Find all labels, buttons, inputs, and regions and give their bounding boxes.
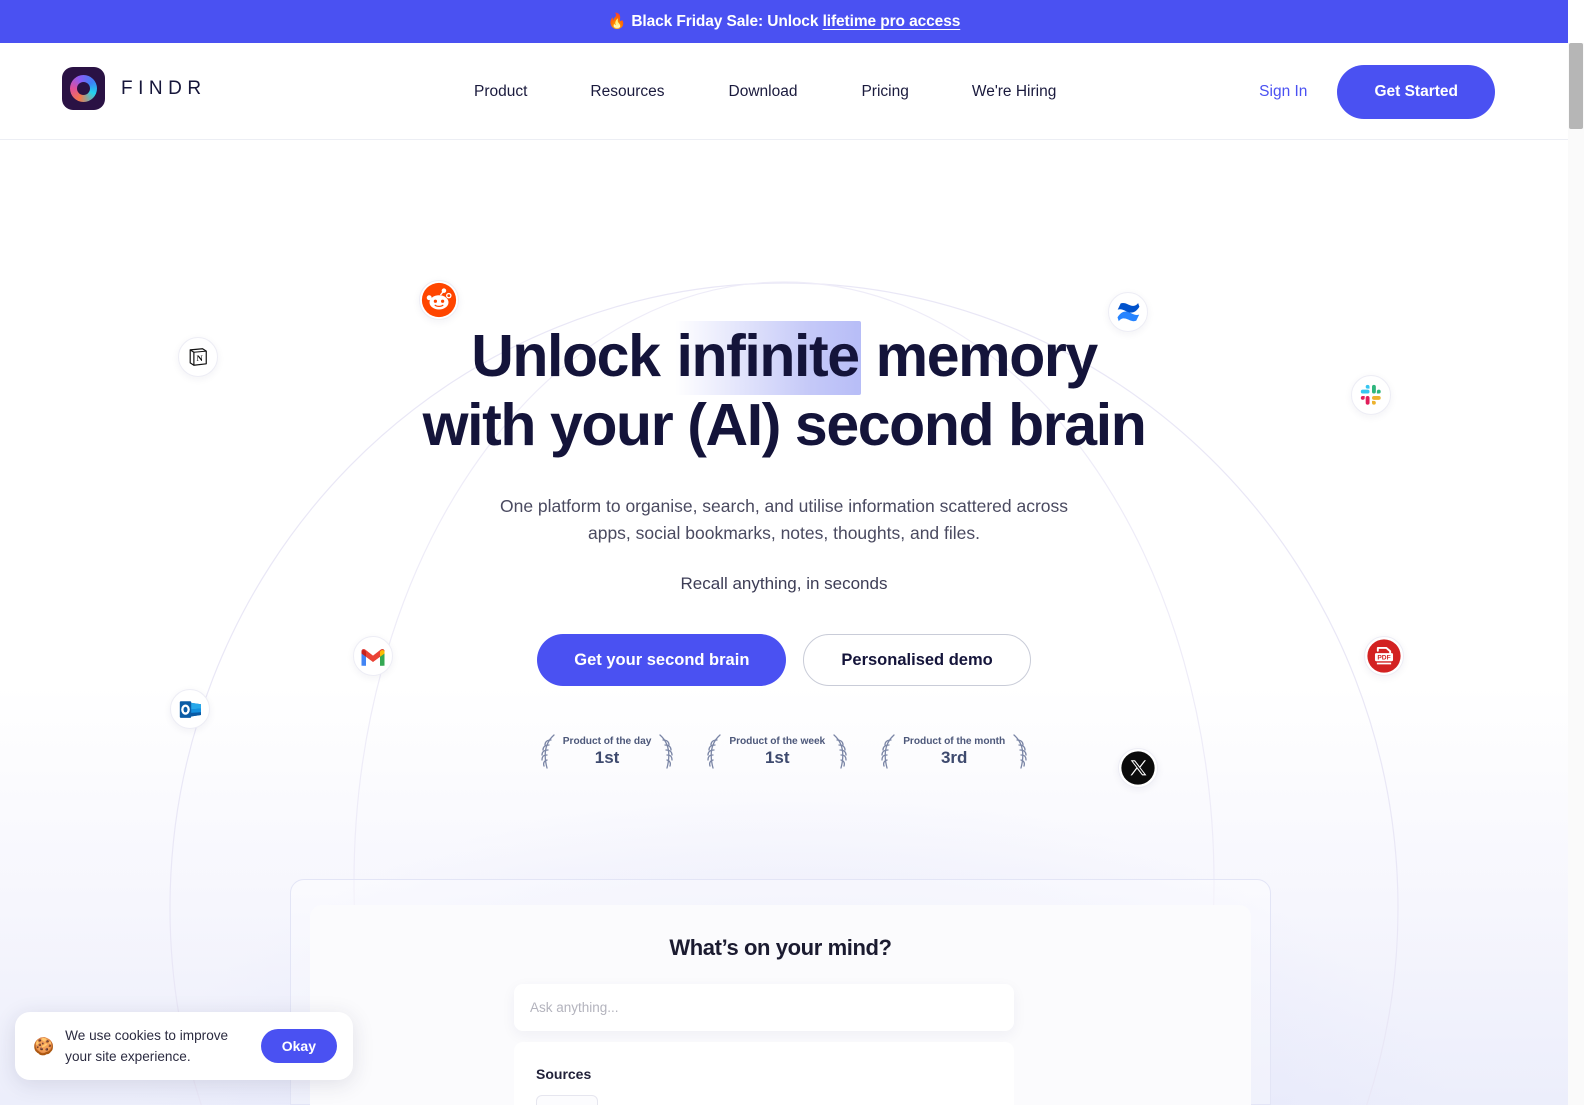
cookie-accept-button[interactable]: Okay <box>260 1029 337 1063</box>
badge-month-rank: 3rd <box>940 748 968 767</box>
findr-logo-icon <box>62 67 105 110</box>
demo-title: What’s on your mind? <box>669 935 892 960</box>
primary-nav: Product Resources Download Pricing We're… <box>474 43 1056 140</box>
cookie-consent-banner: 🍪 We use cookies to improve your site ex… <box>15 1012 353 1080</box>
source-chip[interactable] <box>536 1095 598 1105</box>
badge-day-text: Product of the day 1st <box>563 736 652 768</box>
nav-item-were-hiring[interactable]: We're Hiring <box>972 83 1057 101</box>
laurel-right-icon <box>833 734 847 769</box>
svg-text:N: N <box>196 353 203 363</box>
promo-link[interactable]: lifetime pro access <box>823 13 961 30</box>
sign-in-link[interactable]: Sign In <box>1259 83 1307 101</box>
ask-input-wrapper[interactable]: Ask anything... <box>514 984 1014 1031</box>
get-second-brain-button[interactable]: Get your second brain <box>537 634 787 686</box>
hero-title-highlight: infinite <box>674 321 861 395</box>
outlook-icon[interactable] <box>170 689 210 729</box>
nav-item-resources[interactable]: Resources <box>590 83 664 101</box>
gmail-icon[interactable] <box>353 636 393 676</box>
scrollbar-thumb[interactable] <box>1569 43 1583 129</box>
cookie-icon: 🍪 <box>33 1036 55 1056</box>
hero-subtitle-line2: apps, social bookmarks, notes, thoughts,… <box>587 523 981 543</box>
svg-text:PDF: PDF <box>1377 655 1390 662</box>
hero-cta-group: Get your second brain Personalised demo <box>0 634 1568 686</box>
badge-month-text: Product of the month 3rd <box>903 736 1005 768</box>
badge-week-title: Product of the week <box>729 736 826 747</box>
slack-icon[interactable] <box>1351 375 1391 415</box>
nav-item-pricing[interactable]: Pricing <box>861 83 908 101</box>
reddit-icon[interactable] <box>419 280 459 320</box>
flame-icon: 🔥 <box>607 13 627 30</box>
get-started-button[interactable]: Get Started <box>1337 64 1495 119</box>
x-twitter-icon[interactable] <box>1118 748 1158 788</box>
hero-subtitle: One platform to organise, search, and ut… <box>0 493 1568 547</box>
laurel-left-icon <box>541 734 555 769</box>
hero-subtitle-line1: One platform to organise, search, and ut… <box>499 496 1069 516</box>
laurel-left-icon <box>881 734 895 769</box>
logo[interactable]: FINDR <box>62 67 207 110</box>
header-actions: Sign In Get Started <box>1259 43 1495 140</box>
badge-day-rank: 1st <box>594 748 620 767</box>
laurel-right-icon <box>1013 734 1027 769</box>
ask-input-placeholder: Ask anything... <box>530 1000 619 1015</box>
laurel-right-icon <box>659 734 673 769</box>
cookie-message: We use cookies to improve your site expe… <box>65 1028 229 1064</box>
badge-month-title: Product of the month <box>903 736 1006 747</box>
hero-title-part2: memory <box>860 323 1099 389</box>
scrollbar-track[interactable] <box>1568 43 1584 1105</box>
logo-ring-shape <box>70 75 97 102</box>
badge-day-title: Product of the day <box>562 736 652 747</box>
notion-icon[interactable]: N <box>178 337 218 377</box>
nav-item-product[interactable]: Product <box>474 83 527 101</box>
page-root: 🔥 Black Friday Sale: Unlock lifetime pro … <box>0 0 1584 1105</box>
product-hunt-badges: Product of the day 1st Product of the we… <box>0 732 1568 772</box>
page-title: Unlock infinite memory with your (AI) se… <box>0 321 1568 460</box>
badge-week-text: Product of the week 1st <box>729 736 825 768</box>
pdf-icon[interactable]: PDF <box>1364 636 1404 676</box>
confluence-icon[interactable] <box>1108 292 1148 332</box>
sources-label: Sources <box>536 1066 592 1082</box>
hero-section: Unlock infinite memory with your (AI) se… <box>0 140 1568 772</box>
sources-panel: Sources <box>514 1042 1014 1105</box>
hero-title-line2: with your (AI) second brain <box>422 392 1147 458</box>
personalised-demo-button[interactable]: Personalised demo <box>803 634 1031 686</box>
demo-card: What’s on your mind? Ask anything... Sou… <box>310 905 1251 1105</box>
nav-item-download[interactable]: Download <box>729 83 798 101</box>
hero-title-part1: Unlock <box>471 323 675 389</box>
promo-text: 🔥 Black Friday Sale: Unlock lifetime pro … <box>607 12 961 31</box>
badge-product-of-the-month: Product of the month 3rd <box>878 732 1030 772</box>
promo-banner[interactable]: 🔥 Black Friday Sale: Unlock lifetime pro … <box>0 0 1568 43</box>
site-header: FINDR Product Resources Download Pricing… <box>0 43 1568 140</box>
badge-product-of-the-day: Product of the day 1st <box>538 732 677 772</box>
promo-text-lead: Black Friday Sale: Unlock <box>631 13 823 30</box>
hero-tagline: Recall anything, in seconds <box>680 574 888 593</box>
logo-wordmark: FINDR <box>121 77 207 99</box>
laurel-left-icon <box>707 734 721 769</box>
badge-week-rank: 1st <box>764 748 790 767</box>
badge-product-of-the-week: Product of the week 1st <box>704 732 850 772</box>
